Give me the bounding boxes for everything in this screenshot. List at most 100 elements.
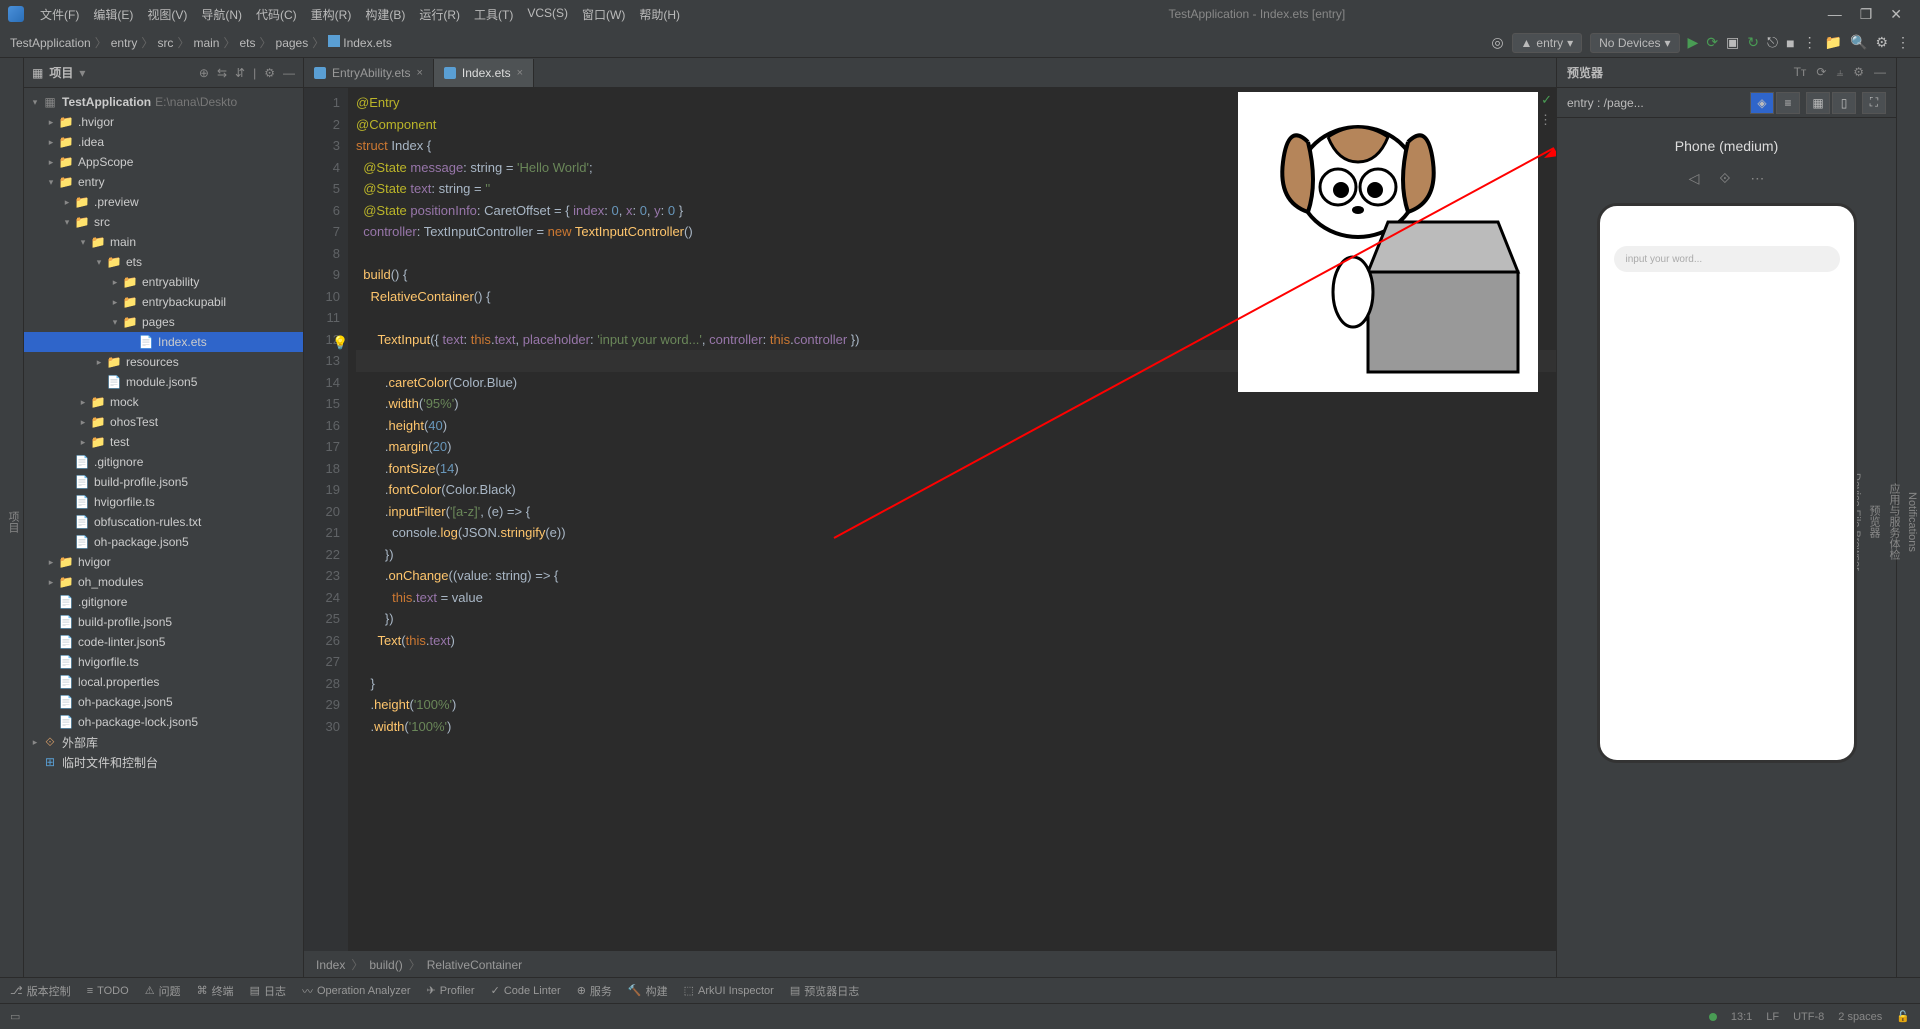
attach-icon[interactable]: ⎋ — [1767, 34, 1778, 51]
preview-rotate-icon[interactable]: ⟐ — [1719, 170, 1730, 187]
tree-row[interactable]: ▸⟐外部库 — [24, 732, 303, 752]
menu-item[interactable]: 运行(R) — [413, 3, 466, 26]
tree-row[interactable]: 📄Index.ets — [24, 332, 303, 352]
tree-row[interactable]: ▸📁oh_modules — [24, 572, 303, 592]
menu-item[interactable]: 帮助(H) — [633, 3, 686, 26]
breadcrumb-item[interactable]: TestApplication — [10, 36, 91, 50]
bottom-tool-item[interactable]: ⊕服务 — [577, 983, 612, 999]
filter-icon[interactable]: ⫨ — [1836, 65, 1843, 80]
tree-row[interactable]: ▸📁.hvigor — [24, 112, 303, 132]
code-breadcrumb-item[interactable]: build() — [369, 958, 402, 972]
bottom-tool-item[interactable]: ⚠问题 — [145, 983, 181, 999]
tree-row[interactable]: ▾📁ets — [24, 252, 303, 272]
bottom-tool-item[interactable]: ⬚ArkUI Inspector — [684, 984, 774, 997]
menu-item[interactable]: 导航(N) — [195, 3, 248, 26]
tool-stripe-item[interactable]: Notifications — [1904, 66, 1920, 977]
more-icon[interactable]: ⋮ — [1539, 112, 1552, 128]
bottom-tool-item[interactable]: ✓Code Linter — [491, 984, 561, 997]
tree-row[interactable]: 📄obfuscation-rules.txt — [24, 512, 303, 532]
phone-text-input[interactable]: input your word... — [1614, 246, 1840, 272]
cursor-position[interactable]: 13:1 — [1731, 1011, 1752, 1023]
preview-more-icon[interactable]: ⋯ — [1750, 170, 1764, 187]
tree-row[interactable]: ▸📁ohosTest — [24, 412, 303, 432]
tree-row[interactable]: 📄.gitignore — [24, 452, 303, 472]
bottom-tool-item[interactable]: 〰Operation Analyzer — [302, 983, 411, 999]
tree-root[interactable]: ▾▦TestApplicationE:\nana\Deskto — [24, 92, 303, 112]
tree-row[interactable]: 📄code-linter.json5 — [24, 632, 303, 652]
menu-item[interactable]: 窗口(W) — [576, 3, 631, 26]
tree-row[interactable]: ▾📁entry — [24, 172, 303, 192]
layout-1[interactable]: ▦ — [1806, 92, 1830, 114]
breadcrumb-item[interactable]: Index.ets — [328, 35, 392, 50]
tree-row[interactable]: 📄build-profile.json5 — [24, 612, 303, 632]
status-msg-icon[interactable]: ▭ — [10, 1010, 20, 1023]
menu-item[interactable]: VCS(S) — [521, 3, 574, 26]
tree-row[interactable]: ▸📁.idea — [24, 132, 303, 152]
view-mode-2[interactable]: ≡ — [1776, 92, 1800, 114]
debug-run-icon[interactable]: ⟳ — [1706, 34, 1718, 51]
indent-setting[interactable]: 2 spaces — [1838, 1011, 1882, 1023]
tree-row[interactable]: ▸📁hvigor — [24, 552, 303, 572]
readonly-icon[interactable]: 🔓 — [1896, 1010, 1910, 1023]
overflow-icon[interactable]: ⋮ — [1896, 34, 1910, 51]
module-selector[interactable]: ▲ entry ▾ — [1512, 33, 1583, 53]
close-tab-icon[interactable]: × — [517, 67, 523, 79]
device-selector[interactable]: No Devices ▾ — [1590, 33, 1679, 53]
tool-stripe-item[interactable]: 项目 — [3, 66, 23, 977]
check-icon[interactable]: ✓ — [1541, 92, 1552, 108]
menu-item[interactable]: 构建(B) — [359, 3, 411, 26]
tree-row[interactable]: ▸📁entryability — [24, 272, 303, 292]
search-icon[interactable]: 🔍 — [1850, 34, 1867, 51]
menu-item[interactable]: 视图(V) — [141, 3, 193, 26]
breadcrumb-item[interactable]: src — [157, 36, 173, 50]
tree-row[interactable]: ▾📁src — [24, 212, 303, 232]
stop-icon[interactable]: ■ — [1786, 35, 1794, 51]
refresh-preview-icon[interactable]: ⟳ — [1816, 65, 1826, 80]
bottom-tool-item[interactable]: 🔨构建 — [628, 983, 668, 999]
tree-row[interactable]: ▾📁pages — [24, 312, 303, 332]
tree-row[interactable]: 📄oh-package.json5 — [24, 532, 303, 552]
file-encoding[interactable]: UTF-8 — [1793, 1011, 1824, 1023]
tree-row[interactable]: ▸📁test — [24, 432, 303, 452]
bottom-tool-item[interactable]: ✈Profiler — [427, 984, 475, 997]
tree-row[interactable]: ⊞临时文件和控制台 — [24, 752, 303, 772]
code-breadcrumb-item[interactable]: RelativeContainer — [427, 958, 522, 972]
folder-icon[interactable]: 📁 — [1825, 34, 1842, 51]
tree-row[interactable]: 📄oh-package.json5 — [24, 692, 303, 712]
breadcrumb-item[interactable]: ets — [239, 36, 255, 50]
code-editor[interactable]: 1234567891011121314151617181920212223242… — [304, 88, 1556, 951]
close-button[interactable]: ✕ — [1890, 6, 1902, 23]
tool-stripe-item[interactable]: 结构 — [0, 66, 3, 977]
preview-back-icon[interactable]: ◁ — [1689, 170, 1700, 187]
close-tab-icon[interactable]: × — [416, 67, 422, 79]
target-icon[interactable]: ◎ — [1491, 34, 1503, 51]
menu-item[interactable]: 重构(R) — [305, 3, 358, 26]
tree-row[interactable]: ▸📁AppScope — [24, 152, 303, 172]
tree-row[interactable]: 📄build-profile.json5 — [24, 472, 303, 492]
tree-row[interactable]: ▾📁main — [24, 232, 303, 252]
bottom-tool-item[interactable]: ▤预览器日志 — [790, 983, 859, 999]
tree-row[interactable]: 📄hvigorfile.ts — [24, 652, 303, 672]
menu-item[interactable]: 代码(C) — [250, 3, 303, 26]
tree-row[interactable]: ▸📁.preview — [24, 192, 303, 212]
bottom-tool-item[interactable]: ▤日志 — [250, 983, 286, 999]
tree-row[interactable]: 📄hvigorfile.ts — [24, 492, 303, 512]
expand-icon[interactable]: ⇆ — [217, 66, 227, 80]
tree-row[interactable]: ▸📁mock — [24, 392, 303, 412]
settings-icon[interactable]: ⚙ — [1875, 34, 1888, 51]
breadcrumb-item[interactable]: entry — [111, 36, 138, 50]
menu-item[interactable]: 工具(T) — [468, 3, 519, 26]
panel-settings-icon[interactable]: ⚙ — [264, 66, 275, 80]
tree-row[interactable]: ▸📁resources — [24, 352, 303, 372]
tool-stripe-item[interactable]: 应用与服务体检 — [1884, 66, 1904, 977]
more-run-icon[interactable]: ⋮ — [1803, 34, 1817, 51]
minimize-button[interactable]: — — [1828, 6, 1842, 23]
tree-row[interactable]: ▸📁entrybackupabil — [24, 292, 303, 312]
maximize-button[interactable]: ❐ — [1860, 6, 1873, 23]
view-mode-1[interactable]: ◈ — [1750, 92, 1774, 114]
breadcrumb-item[interactable]: pages — [276, 36, 309, 50]
tree-row[interactable]: 📄local.properties — [24, 672, 303, 692]
breadcrumb-item[interactable]: main — [193, 36, 219, 50]
project-tree[interactable]: ▾▦TestApplicationE:\nana\Deskto▸📁.hvigor… — [24, 88, 303, 977]
editor-tab[interactable]: EntryAbility.ets× — [304, 59, 434, 87]
